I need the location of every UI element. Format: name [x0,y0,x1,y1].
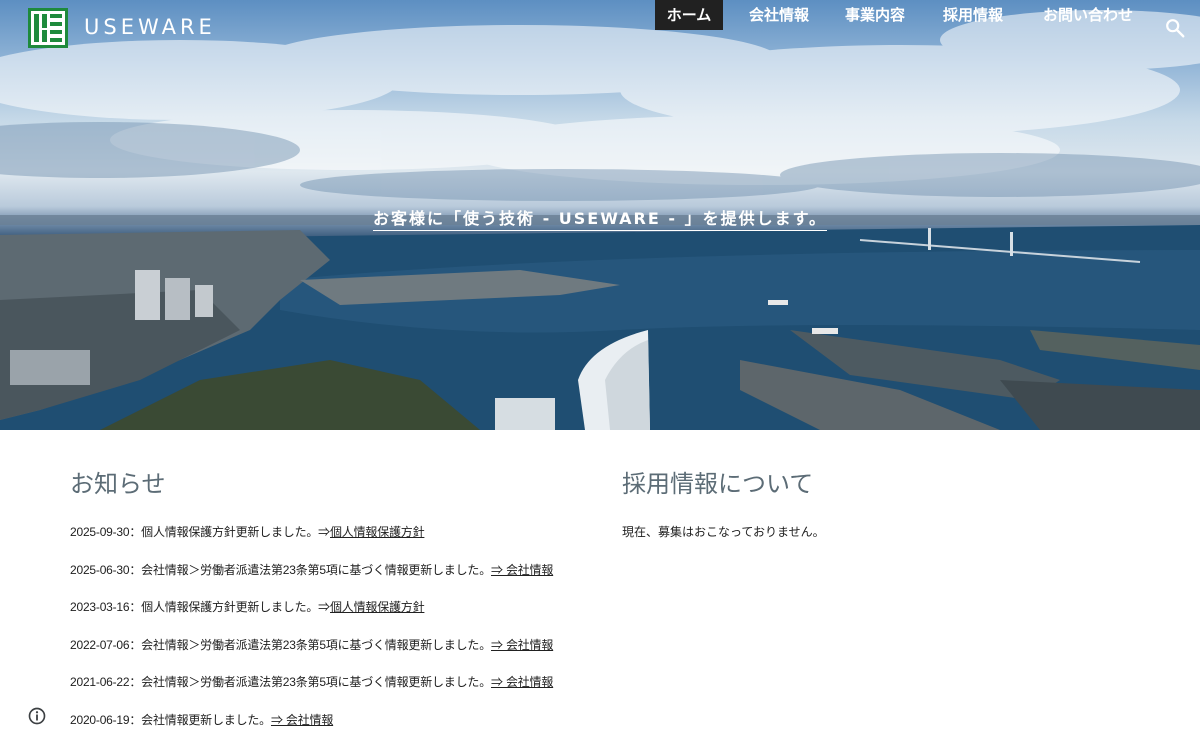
news-item-text: 2020-06-19：会社情報更新しました。 [70,712,271,727]
news-item-link[interactable]: ⇒ 会社情報 [491,675,553,689]
news-item: 2021-06-22：会社情報＞労働者派遣法第23条第5項に基づく情報更新しまし… [70,674,590,712]
nav-company[interactable]: 会社情報 [740,0,818,30]
news-item-link[interactable]: 個人情報保護方針 [330,525,425,539]
news-item: 2025-06-30：会社情報＞労働者派遣法第23条第5項に基づく情報更新しまし… [70,562,590,600]
hero-tagline[interactable]: お客様に「使う技術 - USEWARE - 」を提供します。 [0,205,1200,231]
nav-contact[interactable]: お問い合わせ [1034,0,1142,30]
news-item: 2022-07-06：会社情報＞労働者派遣法第23条第5項に基づく情報更新しまし… [70,637,590,675]
news-title: お知らせ [70,470,166,498]
site-header: USEWARE ホーム 会社情報 事業内容 採用情報 お問い合わせ [0,0,1200,56]
news-item-text: 2025-06-30：会社情報＞労働者派遣法第23条第5項に基づく情報更新しまし… [70,562,492,577]
news-item: 2023-03-16：個人情報保護方針更新しました。⇒個人情報保護方針 [70,599,590,637]
hero-tagline-text[interactable]: お客様に「使う技術 - USEWARE - 」を提供します。 [373,209,827,231]
recruit-title: 採用情報について [622,470,814,498]
news-list: 2025-09-30：個人情報保護方針更新しました。⇒個人情報保護方針 2025… [70,524,590,749]
recruit-section: 採用情報について 現在、募集はおこなっておりません。 [622,466,1142,540]
site-logo-text[interactable]: USEWARE [84,15,216,39]
news-item: 2020-06-19：会社情報更新しました。⇒ 会社情報 [70,712,590,750]
news-item-link[interactable]: ⇒ 会社情報 [491,563,553,577]
info-icon[interactable] [28,707,46,725]
news-item-text: 2025-09-30：個人情報保護方針更新しました。⇒ [70,525,330,539]
news-item: 2025-09-30：個人情報保護方針更新しました。⇒個人情報保護方針 [70,524,590,562]
news-item-link[interactable]: ⇒ 会社情報 [491,638,553,652]
recruit-text: 現在、募集はおこなっておりません。 [622,525,825,539]
news-item-link[interactable]: 個人情報保護方針 [330,600,425,614]
nav-business[interactable]: 事業内容 [836,0,914,30]
news-item-text: 2022-07-06：会社情報＞労働者派遣法第23条第5項に基づく情報更新しまし… [70,637,492,652]
nav-recruit[interactable]: 採用情報 [934,0,1012,30]
news-item-text: 2021-06-22：会社情報＞労働者派遣法第23条第5項に基づく情報更新しまし… [70,675,492,689]
news-item-link[interactable]: ⇒ 会社情報 [271,713,333,727]
news-section: お知らせ 2025-09-30：個人情報保護方針更新しました。⇒個人情報保護方針… [70,466,590,749]
news-item-text: 2023-03-16：個人情報保護方針更新しました。⇒ [70,600,330,614]
nav-home[interactable]: ホーム [655,0,723,30]
useware-logo-icon[interactable] [28,8,68,48]
search-icon[interactable] [1164,17,1186,39]
